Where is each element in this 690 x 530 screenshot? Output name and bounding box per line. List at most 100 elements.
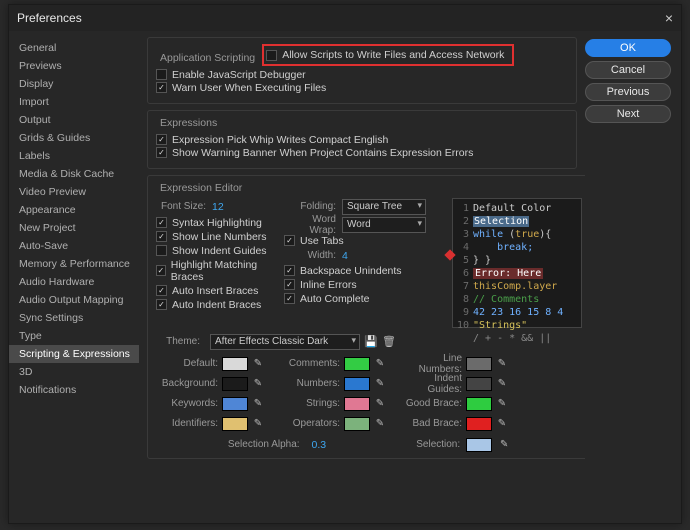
swatch-selection[interactable] (466, 438, 492, 452)
group-app-scripting: Application Scripting Allow Scripts to W… (147, 37, 577, 104)
chk-pick-whip-compact[interactable]: Expression Pick Whip Writes Compact Engl… (156, 134, 568, 146)
swatch-comments[interactable] (344, 357, 370, 371)
chk-label: Backspace Unindents (300, 265, 402, 277)
checkbox-icon (284, 293, 295, 304)
chk-label: Use Tabs (300, 235, 344, 247)
highlight-allow-scripts: Allow Scripts to Write Files and Access … (262, 44, 514, 66)
sidebar-item-media-disk-cache[interactable]: Media & Disk Cache (9, 165, 139, 183)
chk-warning-banner[interactable]: Show Warning Banner When Project Contain… (156, 147, 568, 159)
chk-backspace-unindents[interactable]: Backspace Unindents (284, 265, 444, 277)
sidebar-item-labels[interactable]: Labels (9, 147, 139, 165)
next-button[interactable]: Next (585, 105, 671, 123)
sidebar-item-new-project[interactable]: New Project (9, 219, 139, 237)
swatch-default[interactable] (222, 357, 248, 371)
eyedropper-icon[interactable]: ✎ (252, 398, 264, 410)
theme-row-operators: Operators: ✎ (278, 414, 386, 434)
font-size-value[interactable]: 12 (212, 201, 224, 213)
sidebar-item-display[interactable]: Display (9, 75, 139, 93)
font-size-label: Font Size: (156, 201, 212, 212)
tab-width-value[interactable]: 4 (342, 250, 348, 262)
swatch-operators[interactable] (344, 417, 370, 431)
theme-col-c: Line Numbers:✎Indent Guides:✎Good Brace:… (400, 354, 508, 434)
sidebar-item-video-preview[interactable]: Video Preview (9, 183, 139, 201)
editor-preview: 1Default Color 2Selection 3while (true){… (452, 198, 582, 328)
swatch-bad_brace[interactable] (466, 417, 492, 431)
close-icon[interactable]: × (665, 10, 673, 26)
theme-col-b: Comments:✎Numbers:✎Strings:✎Operators:✎ (278, 354, 386, 434)
swatch-numbers[interactable] (344, 377, 370, 391)
selection-alpha-value[interactable]: 0.3 (312, 439, 327, 451)
chk-auto-indent-braces[interactable]: Auto Indent Braces (156, 299, 276, 311)
chk-label: Allow Scripts to Write Files and Access … (282, 49, 504, 61)
sidebar-item-notifications[interactable]: Notifications (9, 381, 139, 399)
sidebar-item-3d[interactable]: 3D (9, 363, 139, 381)
selection-alpha-label: Selection Alpha: (228, 439, 306, 450)
chk-enable-js-debugger[interactable]: Enable JavaScript Debugger (156, 69, 568, 81)
eyedropper-icon[interactable]: ✎ (496, 398, 508, 410)
sidebar-item-memory-performance[interactable]: Memory & Performance (9, 255, 139, 273)
chk-syntax-highlight[interactable]: Syntax Highlighting (156, 217, 276, 229)
swatch-good_brace[interactable] (466, 397, 492, 411)
folding-select[interactable]: Square Tree (342, 199, 426, 215)
sidebar-item-import[interactable]: Import (9, 93, 139, 111)
sidebar-item-output[interactable]: Output (9, 111, 139, 129)
selection-color-label: Selection: (398, 439, 460, 450)
chk-label: Auto Indent Braces (172, 299, 261, 311)
eyedropper-icon[interactable]: ✎ (496, 358, 508, 370)
chk-match-braces[interactable]: Highlight Matching Braces (156, 259, 276, 283)
eyedropper-icon[interactable]: ✎ (252, 418, 264, 430)
eyedropper-icon[interactable]: ✎ (374, 358, 386, 370)
eyedropper-icon[interactable]: ✎ (374, 418, 386, 430)
sidebar-item-type[interactable]: Type (9, 327, 139, 345)
chk-allow-scripts-write[interactable]: Allow Scripts to Write Files and Access … (266, 49, 504, 61)
swatch-identifiers[interactable] (222, 417, 248, 431)
chk-auto-complete[interactable]: Auto Complete (284, 293, 444, 305)
swatch-strings[interactable] (344, 397, 370, 411)
sidebar-item-previews[interactable]: Previews (9, 57, 139, 75)
swatch-keywords[interactable] (222, 397, 248, 411)
sidebar-item-scripting-expressions[interactable]: Scripting & Expressions (9, 345, 139, 363)
tab-width-label: Width: (284, 250, 342, 261)
swatch-background[interactable] (222, 377, 248, 391)
sidebar-item-auto-save[interactable]: Auto-Save (9, 237, 139, 255)
sidebar-item-audio-output-mapping[interactable]: Audio Output Mapping (9, 291, 139, 309)
chk-line-numbers[interactable]: Show Line Numbers (156, 231, 276, 243)
chk-label: Expression Pick Whip Writes Compact Engl… (172, 134, 388, 146)
eyedropper-icon[interactable]: ✎ (252, 358, 264, 370)
theme-col-a: Default:✎Background:✎Keywords:✎Identifie… (156, 354, 264, 434)
sidebar-item-general[interactable]: General (9, 39, 139, 57)
delete-theme-icon[interactable]: 🗑 (382, 335, 396, 349)
eyedropper-icon[interactable]: ✎ (498, 439, 510, 451)
checkbox-icon (156, 245, 167, 256)
eyedropper-icon[interactable]: ✎ (496, 378, 508, 390)
chk-auto-insert-braces[interactable]: Auto Insert Braces (156, 285, 276, 297)
theme-label-operators: Operators: (278, 418, 340, 429)
eyedropper-icon[interactable]: ✎ (374, 378, 386, 390)
ok-button[interactable]: OK (585, 39, 671, 57)
sidebar-item-appearance[interactable]: Appearance (9, 201, 139, 219)
checkbox-icon (284, 279, 295, 290)
cancel-button[interactable]: Cancel (585, 61, 671, 79)
checkbox-icon (156, 299, 167, 310)
eyedropper-icon[interactable]: ✎ (496, 418, 508, 430)
theme-label-identifiers: Identifiers: (156, 418, 218, 429)
chk-use-tabs[interactable]: Use Tabs (284, 235, 444, 247)
swatch-line_numbers[interactable] (466, 357, 492, 371)
word-wrap-select[interactable]: Word (342, 217, 426, 233)
chk-indent-guides[interactable]: Show Indent Guides (156, 245, 276, 257)
theme-row-good_brace: Good Brace:✎ (400, 394, 508, 414)
eyedropper-icon[interactable]: ✎ (374, 398, 386, 410)
theme-select[interactable]: After Effects Classic Dark (210, 334, 360, 350)
sidebar-item-grids-guides[interactable]: Grids & Guides (9, 129, 139, 147)
eyedropper-icon[interactable]: ✎ (252, 378, 264, 390)
sidebar-item-audio-hardware[interactable]: Audio Hardware (9, 273, 139, 291)
previous-button[interactable]: Previous (585, 83, 671, 101)
chk-inline-errors[interactable]: Inline Errors (284, 279, 444, 291)
swatch-indent_guides[interactable] (466, 377, 492, 391)
theme-row-indent_guides: Indent Guides:✎ (400, 374, 508, 394)
checkbox-icon (156, 134, 167, 145)
save-theme-icon[interactable]: 💾 (364, 335, 378, 349)
chk-warn-exec-files[interactable]: Warn User When Executing Files (156, 82, 568, 94)
sidebar-item-sync-settings[interactable]: Sync Settings (9, 309, 139, 327)
theme-row-strings: Strings:✎ (278, 394, 386, 414)
